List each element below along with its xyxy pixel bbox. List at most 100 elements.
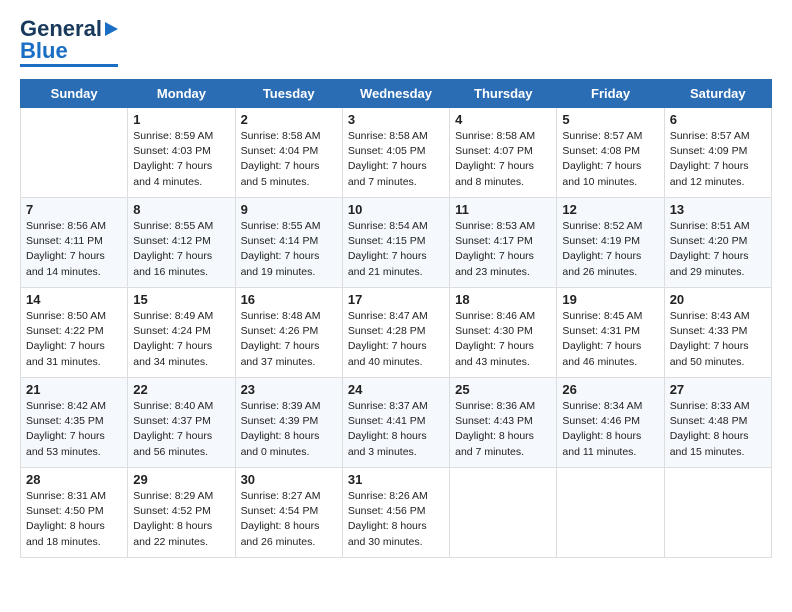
cell-content: Sunrise: 8:48 AM Sunset: 4:26 PM Dayligh…: [241, 309, 337, 370]
sunset-label: Sunset: 4:37 PM: [133, 415, 211, 427]
calendar-cell: 13 Sunrise: 8:51 AM Sunset: 4:20 PM Dayl…: [664, 198, 771, 288]
sunrise-label: Sunrise: 8:29 AM: [133, 490, 213, 502]
calendar-table: SundayMondayTuesdayWednesdayThursdayFrid…: [20, 79, 772, 558]
sunrise-label: Sunrise: 8:43 AM: [670, 310, 750, 322]
calendar-cell: 22 Sunrise: 8:40 AM Sunset: 4:37 PM Dayl…: [128, 378, 235, 468]
sunrise-label: Sunrise: 8:47 AM: [348, 310, 428, 322]
calendar-cell: 5 Sunrise: 8:57 AM Sunset: 4:08 PM Dayli…: [557, 108, 664, 198]
day-number: 13: [670, 202, 766, 217]
calendar-cell: 14 Sunrise: 8:50 AM Sunset: 4:22 PM Dayl…: [21, 288, 128, 378]
calendar-cell: 17 Sunrise: 8:47 AM Sunset: 4:28 PM Dayl…: [342, 288, 449, 378]
daylight-label: Daylight: 8 hours and 26 minutes.: [241, 520, 320, 547]
day-number: 7: [26, 202, 122, 217]
sunset-label: Sunset: 4:26 PM: [241, 325, 319, 337]
daylight-label: Daylight: 7 hours and 21 minutes.: [348, 250, 427, 277]
logo-blue: Blue: [20, 40, 68, 62]
cell-content: Sunrise: 8:47 AM Sunset: 4:28 PM Dayligh…: [348, 309, 444, 370]
sunrise-label: Sunrise: 8:55 AM: [241, 220, 321, 232]
sunrise-label: Sunrise: 8:53 AM: [455, 220, 535, 232]
day-number: 23: [241, 382, 337, 397]
sunset-label: Sunset: 4:41 PM: [348, 415, 426, 427]
cell-content: Sunrise: 8:37 AM Sunset: 4:41 PM Dayligh…: [348, 399, 444, 460]
daylight-label: Daylight: 7 hours and 46 minutes.: [562, 340, 641, 367]
sunrise-label: Sunrise: 8:42 AM: [26, 400, 106, 412]
day-number: 2: [241, 112, 337, 127]
calendar-cell: 25 Sunrise: 8:36 AM Sunset: 4:43 PM Dayl…: [450, 378, 557, 468]
calendar-week-1: 1 Sunrise: 8:59 AM Sunset: 4:03 PM Dayli…: [21, 108, 772, 198]
day-number: 16: [241, 292, 337, 307]
calendar-cell: 29 Sunrise: 8:29 AM Sunset: 4:52 PM Dayl…: [128, 468, 235, 558]
daylight-label: Daylight: 8 hours and 22 minutes.: [133, 520, 212, 547]
cell-content: Sunrise: 8:29 AM Sunset: 4:52 PM Dayligh…: [133, 489, 229, 550]
sunrise-label: Sunrise: 8:39 AM: [241, 400, 321, 412]
daylight-label: Daylight: 8 hours and 18 minutes.: [26, 520, 105, 547]
cell-content: Sunrise: 8:43 AM Sunset: 4:33 PM Dayligh…: [670, 309, 766, 370]
daylight-label: Daylight: 7 hours and 5 minutes.: [241, 160, 320, 187]
day-number: 27: [670, 382, 766, 397]
sunset-label: Sunset: 4:31 PM: [562, 325, 640, 337]
daylight-label: Daylight: 7 hours and 37 minutes.: [241, 340, 320, 367]
sunset-label: Sunset: 4:28 PM: [348, 325, 426, 337]
sunrise-label: Sunrise: 8:46 AM: [455, 310, 535, 322]
sunset-label: Sunset: 4:15 PM: [348, 235, 426, 247]
daylight-label: Daylight: 7 hours and 10 minutes.: [562, 160, 641, 187]
calendar-cell: 4 Sunrise: 8:58 AM Sunset: 4:07 PM Dayli…: [450, 108, 557, 198]
sunset-label: Sunset: 4:08 PM: [562, 145, 640, 157]
sunset-label: Sunset: 4:11 PM: [26, 235, 103, 247]
sunrise-label: Sunrise: 8:26 AM: [348, 490, 428, 502]
cell-content: Sunrise: 8:26 AM Sunset: 4:56 PM Dayligh…: [348, 489, 444, 550]
calendar-cell: 18 Sunrise: 8:46 AM Sunset: 4:30 PM Dayl…: [450, 288, 557, 378]
daylight-label: Daylight: 7 hours and 8 minutes.: [455, 160, 534, 187]
sunrise-label: Sunrise: 8:58 AM: [455, 130, 535, 142]
cell-content: Sunrise: 8:54 AM Sunset: 4:15 PM Dayligh…: [348, 219, 444, 280]
sunrise-label: Sunrise: 8:49 AM: [133, 310, 213, 322]
cell-content: Sunrise: 8:55 AM Sunset: 4:12 PM Dayligh…: [133, 219, 229, 280]
cell-content: Sunrise: 8:31 AM Sunset: 4:50 PM Dayligh…: [26, 489, 122, 550]
sunset-label: Sunset: 4:24 PM: [133, 325, 211, 337]
weekday-header-monday: Monday: [128, 80, 235, 108]
sunset-label: Sunset: 4:54 PM: [241, 505, 319, 517]
calendar-cell: 26 Sunrise: 8:34 AM Sunset: 4:46 PM Dayl…: [557, 378, 664, 468]
weekday-header-tuesday: Tuesday: [235, 80, 342, 108]
sunrise-label: Sunrise: 8:59 AM: [133, 130, 213, 142]
day-number: 6: [670, 112, 766, 127]
weekday-header-row: SundayMondayTuesdayWednesdayThursdayFrid…: [21, 80, 772, 108]
sunset-label: Sunset: 4:43 PM: [455, 415, 533, 427]
sunrise-label: Sunrise: 8:48 AM: [241, 310, 321, 322]
day-number: 15: [133, 292, 229, 307]
sunset-label: Sunset: 4:56 PM: [348, 505, 426, 517]
calendar-cell: 10 Sunrise: 8:54 AM Sunset: 4:15 PM Dayl…: [342, 198, 449, 288]
daylight-label: Daylight: 7 hours and 56 minutes.: [133, 430, 212, 457]
logo-arrow-icon: [105, 22, 118, 36]
sunrise-label: Sunrise: 8:56 AM: [26, 220, 106, 232]
sunrise-label: Sunrise: 8:34 AM: [562, 400, 642, 412]
sunrise-label: Sunrise: 8:54 AM: [348, 220, 428, 232]
cell-content: Sunrise: 8:39 AM Sunset: 4:39 PM Dayligh…: [241, 399, 337, 460]
sunrise-label: Sunrise: 8:40 AM: [133, 400, 213, 412]
sunset-label: Sunset: 4:22 PM: [26, 325, 104, 337]
day-number: 18: [455, 292, 551, 307]
cell-content: Sunrise: 8:27 AM Sunset: 4:54 PM Dayligh…: [241, 489, 337, 550]
day-number: 22: [133, 382, 229, 397]
sunrise-label: Sunrise: 8:52 AM: [562, 220, 642, 232]
day-number: 29: [133, 472, 229, 487]
calendar-cell: 9 Sunrise: 8:55 AM Sunset: 4:14 PM Dayli…: [235, 198, 342, 288]
day-number: 20: [670, 292, 766, 307]
day-number: 4: [455, 112, 551, 127]
sunset-label: Sunset: 4:50 PM: [26, 505, 104, 517]
calendar-cell: [21, 108, 128, 198]
day-number: 19: [562, 292, 658, 307]
cell-content: Sunrise: 8:58 AM Sunset: 4:05 PM Dayligh…: [348, 129, 444, 190]
calendar-week-3: 14 Sunrise: 8:50 AM Sunset: 4:22 PM Dayl…: [21, 288, 772, 378]
day-number: 11: [455, 202, 551, 217]
calendar-cell: [450, 468, 557, 558]
weekday-header-thursday: Thursday: [450, 80, 557, 108]
sunset-label: Sunset: 4:03 PM: [133, 145, 211, 157]
sunrise-label: Sunrise: 8:57 AM: [562, 130, 642, 142]
day-number: 17: [348, 292, 444, 307]
sunrise-label: Sunrise: 8:57 AM: [670, 130, 750, 142]
sunset-label: Sunset: 4:04 PM: [241, 145, 319, 157]
cell-content: Sunrise: 8:53 AM Sunset: 4:17 PM Dayligh…: [455, 219, 551, 280]
daylight-label: Daylight: 7 hours and 7 minutes.: [348, 160, 427, 187]
calendar-week-2: 7 Sunrise: 8:56 AM Sunset: 4:11 PM Dayli…: [21, 198, 772, 288]
